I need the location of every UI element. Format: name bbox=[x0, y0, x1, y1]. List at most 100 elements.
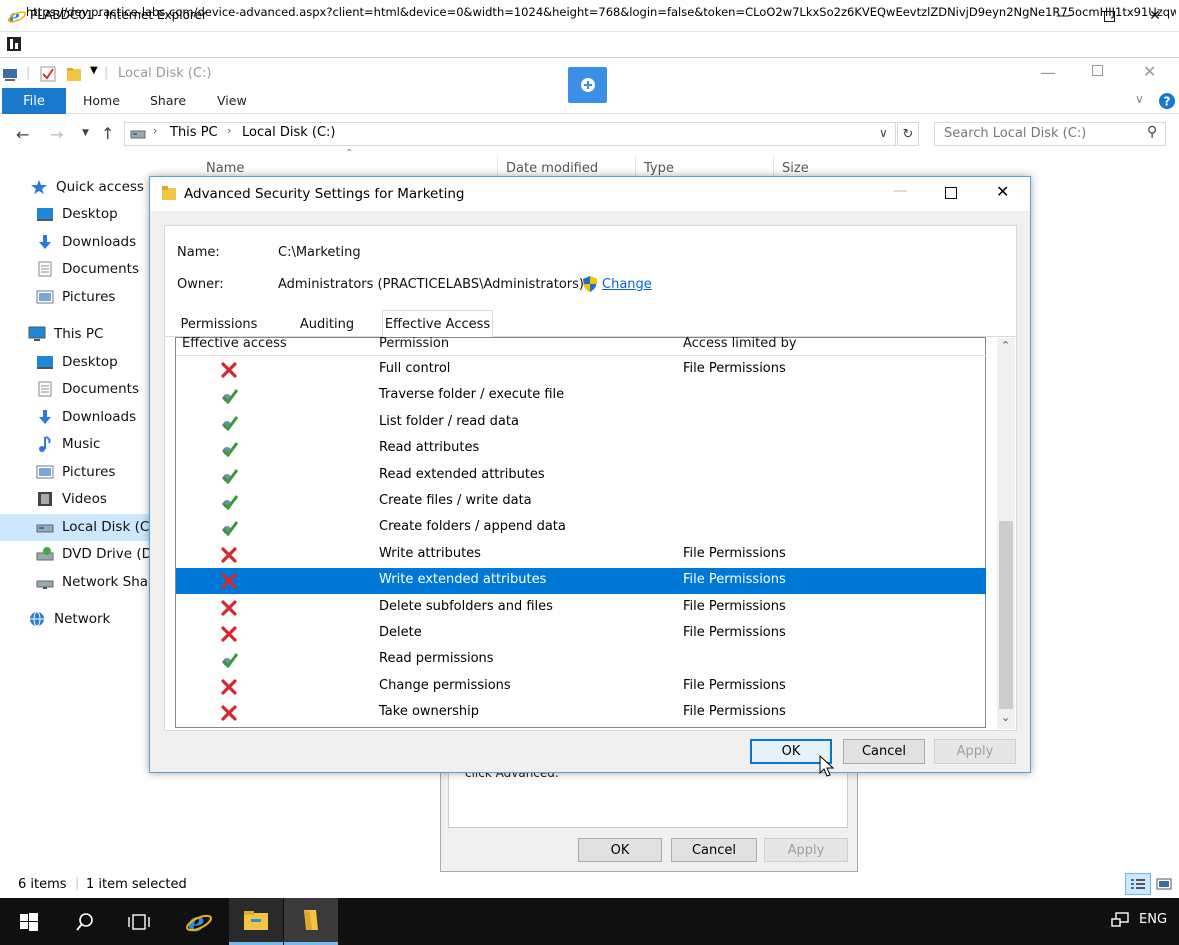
explorer-minimize-button[interactable]: — bbox=[1040, 63, 1056, 82]
sidebar-item-pictures[interactable]: Pictures bbox=[36, 459, 115, 485]
taskbar-folder-window[interactable] bbox=[284, 898, 338, 945]
table-row[interactable]: List folder / read data bbox=[176, 410, 986, 436]
header-effective-access[interactable]: Effective access bbox=[182, 336, 287, 351]
sidebar-item-this-pc[interactable]: This PC bbox=[28, 321, 103, 347]
refresh-button[interactable]: ↻ bbox=[897, 122, 919, 146]
network-tray-icon[interactable] bbox=[1110, 911, 1130, 929]
sidebar-item-desktop[interactable]: Desktop bbox=[36, 349, 118, 375]
access-limited-by: File Permissions bbox=[683, 704, 786, 720]
scroll-down-arrow-icon[interactable]: ⌄ bbox=[1001, 711, 1010, 724]
denied-x-icon bbox=[221, 573, 237, 589]
task-view-button[interactable] bbox=[112, 898, 166, 945]
dialog-close-button[interactable]: ✕ bbox=[996, 182, 1009, 201]
drive-icon bbox=[36, 519, 54, 535]
column-date-modified[interactable]: Date modified bbox=[506, 161, 598, 176]
sidebar-item-documents[interactable]: Documents bbox=[36, 376, 139, 402]
details-view-button[interactable] bbox=[1125, 873, 1151, 895]
start-button[interactable] bbox=[2, 898, 56, 945]
site-favicon-icon bbox=[7, 37, 21, 51]
sidebar-item-music[interactable]: Music bbox=[36, 431, 100, 457]
table-row[interactable]: Read attributes bbox=[176, 436, 986, 462]
permission-name: Read extended attributes bbox=[379, 466, 545, 482]
ribbon-tab-view[interactable]: View bbox=[217, 93, 247, 108]
properties-cancel-button[interactable]: Cancel bbox=[671, 838, 757, 862]
change-owner-link[interactable]: Change bbox=[602, 277, 652, 292]
column-type[interactable]: Type bbox=[644, 161, 674, 176]
apply-button[interactable]: Apply bbox=[934, 739, 1016, 764]
table-row[interactable]: Take ownership File Permissions bbox=[176, 700, 986, 726]
tab-permissions[interactable]: Permissions bbox=[168, 311, 270, 337]
sidebar-item-pictures[interactable]: Pictures bbox=[36, 284, 115, 310]
search-input[interactable]: Search Local Disk (C:) ⚲ bbox=[934, 122, 1166, 146]
sidebar-item-desktop[interactable]: Desktop bbox=[36, 201, 118, 227]
owner-label: Owner: bbox=[177, 277, 224, 292]
table-row[interactable]: Write attributes File Permissions bbox=[176, 542, 986, 568]
network-share-icon bbox=[36, 574, 54, 590]
large-icons-view-button[interactable] bbox=[1153, 873, 1175, 895]
table-row[interactable]: Delete subfolders and files File Permissi… bbox=[176, 595, 986, 621]
recent-locations-icon[interactable]: ▼ bbox=[82, 128, 89, 138]
sidebar-item-network-share[interactable]: Network Share bbox=[36, 569, 150, 595]
sidebar-item-downloads[interactable]: Downloads bbox=[36, 229, 136, 255]
table-row[interactable]: Full control File Permissions bbox=[176, 357, 986, 383]
new-folder-icon[interactable] bbox=[66, 66, 82, 82]
table-row[interactable]: Change permissions File Permissions bbox=[176, 674, 986, 700]
sidebar-item-videos[interactable]: Videos bbox=[36, 486, 107, 512]
taskbar-internet-explorer[interactable]: e bbox=[172, 898, 226, 945]
address-bar[interactable] bbox=[0, 32, 1179, 58]
forward-arrow-icon[interactable]: → bbox=[50, 125, 63, 144]
ribbon-expand-icon[interactable]: ∨ bbox=[1135, 92, 1144, 106]
scrollbar-thumb[interactable] bbox=[999, 521, 1013, 709]
task-view-icon bbox=[128, 913, 150, 930]
ribbon-tab-file[interactable]: File bbox=[2, 88, 66, 114]
explorer-close-button[interactable]: ✕ bbox=[1143, 62, 1156, 81]
explorer-restore-button[interactable] bbox=[1092, 65, 1103, 76]
sidebar-item-quick-access[interactable]: Quick access bbox=[30, 174, 144, 200]
taskbar-search-button[interactable] bbox=[58, 898, 112, 945]
header-access-limited-by[interactable]: Access limited by bbox=[683, 336, 797, 351]
header-permission[interactable]: Permission bbox=[379, 336, 449, 351]
navigation-pane: Quick access Desktop Downloads Documents Pic… bbox=[0, 174, 150, 634]
tab-auditing[interactable]: Auditing bbox=[272, 311, 382, 337]
properties-icon[interactable] bbox=[40, 66, 56, 82]
url-text[interactable]: https://dev.practice-labs.com/device-adv… bbox=[26, 5, 1176, 19]
tab-effective-access[interactable]: Effective Access bbox=[382, 311, 493, 337]
scroll-up-arrow-icon[interactable]: ⌃ bbox=[1001, 339, 1010, 352]
table-row[interactable]: Create folders / append data bbox=[176, 515, 986, 541]
table-row[interactable]: Write extended attributes File Permission… bbox=[176, 568, 986, 595]
help-icon[interactable]: ? bbox=[1158, 92, 1176, 110]
sidebar-item-documents[interactable]: Documents bbox=[36, 256, 139, 282]
permission-name: Create folders / append data bbox=[379, 519, 566, 535]
properties-ok-button[interactable]: OK bbox=[578, 838, 662, 862]
ribbon-tab-share[interactable]: Share bbox=[150, 93, 186, 108]
internet-explorer-icon: e bbox=[8, 7, 26, 25]
explorer-address-box[interactable] bbox=[124, 122, 896, 146]
sidebar-item-label: Pictures bbox=[62, 289, 116, 305]
breadcrumb-local-disk[interactable]: Local Disk (C:) bbox=[242, 125, 335, 140]
permission-name: Full control bbox=[379, 361, 451, 376]
taskbar-file-explorer[interactable] bbox=[229, 898, 283, 945]
sidebar-item-dvd-drive-d[interactable]: DVD Drive (D:) bbox=[36, 541, 150, 567]
sidebar-item-downloads[interactable]: Downloads bbox=[36, 404, 136, 430]
table-row[interactable]: Traverse folder / execute file bbox=[176, 383, 986, 409]
access-limited-by: File Permissions bbox=[683, 625, 786, 640]
sidebar-item-network[interactable]: Network bbox=[28, 606, 110, 632]
column-name[interactable]: Name bbox=[206, 161, 244, 176]
table-row[interactable]: Read permissions bbox=[176, 647, 986, 673]
breadcrumb-this-pc[interactable]: This PC bbox=[170, 125, 218, 140]
table-row[interactable]: Create files / write data bbox=[176, 489, 986, 515]
allowed-check-icon bbox=[221, 520, 239, 537]
table-row[interactable]: Delete File Permissions bbox=[176, 621, 986, 647]
up-arrow-icon[interactable]: ↑ bbox=[101, 124, 114, 143]
dialog-maximize-button[interactable] bbox=[945, 187, 957, 199]
address-dropdown-icon[interactable]: ∨ bbox=[879, 126, 888, 140]
cancel-button[interactable]: Cancel bbox=[843, 739, 925, 764]
language-indicator[interactable]: ENG bbox=[1139, 912, 1167, 927]
back-arrow-icon[interactable]: ← bbox=[16, 125, 29, 144]
ribbon-tab-home[interactable]: Home bbox=[83, 93, 120, 108]
qat-dropdown-icon[interactable]: ▼ bbox=[90, 65, 98, 76]
column-size[interactable]: Size bbox=[782, 161, 809, 176]
sidebar-item-local-disk-c[interactable]: Local Disk (C:) bbox=[36, 514, 150, 540]
properties-apply-button[interactable]: Apply bbox=[764, 838, 848, 862]
table-row[interactable]: Read extended attributes bbox=[176, 463, 986, 489]
